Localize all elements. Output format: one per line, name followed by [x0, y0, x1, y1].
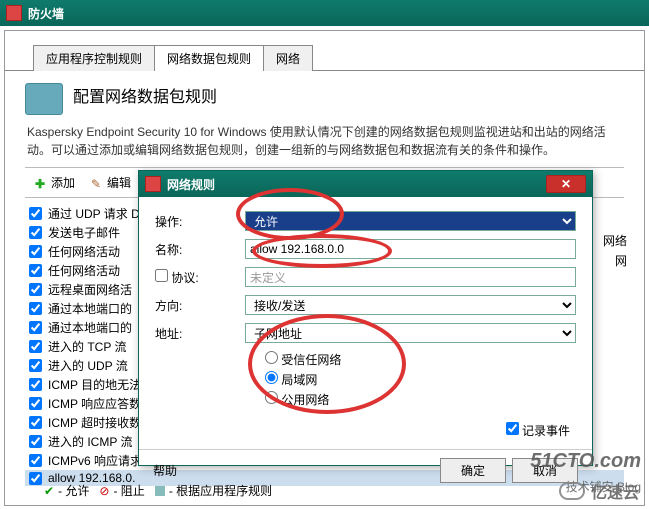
- radio-trusted[interactable]: 受信任网络: [265, 351, 576, 368]
- rule-checkbox[interactable]: [29, 226, 42, 239]
- main-titlebar: 防火墙: [0, 0, 649, 26]
- rule-checkbox[interactable]: [29, 416, 42, 429]
- rule-checkbox[interactable]: [29, 302, 42, 315]
- address-label: 地址:: [155, 325, 245, 342]
- rule-checkbox[interactable]: [29, 207, 42, 220]
- rule-checkbox[interactable]: [29, 454, 42, 467]
- page-icon: [25, 83, 63, 115]
- main-window: 防火墙 应用程序控制规则 网络数据包规则 网络 配置网络数据包规则 Kasper…: [0, 0, 649, 509]
- rule-checkbox[interactable]: [29, 321, 42, 334]
- cloud-icon: [559, 482, 585, 500]
- dialog-app-icon: [145, 176, 161, 192]
- protocol-checkbox-label[interactable]: 协议:: [155, 271, 199, 285]
- rule-label: ICMP 目的地无法: [48, 376, 141, 393]
- app-icon: [6, 5, 22, 21]
- watermark-1: 51CTO.com: [530, 450, 641, 473]
- rule-label: 进入的 UDP 流: [48, 357, 128, 374]
- rule-label: 进入的 ICMP 流: [48, 433, 132, 450]
- log-checkbox-label[interactable]: 记录事件: [506, 424, 570, 438]
- rule-label: 远程桌面网络活: [48, 281, 132, 298]
- tab-strip: 应用程序控制规则 网络数据包规则 网络: [5, 31, 644, 71]
- rule-checkbox[interactable]: [29, 435, 42, 448]
- dialog-title: 网络规则: [167, 176, 215, 193]
- address-select[interactable]: 子网地址: [245, 323, 576, 343]
- rule-checkbox[interactable]: [29, 264, 42, 277]
- direction-select[interactable]: 接收/发送: [245, 295, 576, 315]
- radio-public[interactable]: 公用网络: [265, 391, 576, 408]
- page-title: 配置网络数据包规则: [73, 83, 217, 107]
- protocol-field: [245, 267, 576, 287]
- rule-label: ICMPv6 响应请求: [48, 452, 142, 469]
- network-rule-dialog: 网络规则 ✕ 操作: 允许 名称: 协议: 方向: 接收/发送 地址: 子网: [138, 170, 593, 466]
- rule-label: 进入的 TCP 流: [48, 338, 126, 355]
- rule-label: 任何网络活动: [48, 262, 120, 279]
- block-icon: ⊘: [99, 484, 109, 498]
- plus-icon: ✚: [35, 177, 47, 189]
- add-button[interactable]: ✚添加: [35, 174, 75, 191]
- dialog-close-button[interactable]: ✕: [546, 175, 586, 193]
- protocol-checkbox[interactable]: [155, 269, 168, 282]
- rule-checkbox[interactable]: [29, 340, 42, 353]
- rule-checkbox[interactable]: [29, 245, 42, 258]
- page-description: Kaspersky Endpoint Security 10 for Windo…: [27, 123, 624, 159]
- tab-network[interactable]: 网络: [263, 45, 313, 71]
- name-input[interactable]: [245, 239, 576, 259]
- name-label: 名称:: [155, 241, 245, 258]
- log-checkbox[interactable]: [506, 422, 519, 435]
- radio-lan[interactable]: 局域网: [265, 371, 576, 388]
- rule-label: 任何网络活动: [48, 243, 120, 260]
- rule-checkbox[interactable]: [29, 397, 42, 410]
- rule-checkbox[interactable]: [29, 472, 42, 485]
- rule-checkbox[interactable]: [29, 378, 42, 391]
- watermark-3: 亿速云: [559, 479, 639, 503]
- tab-app-control[interactable]: 应用程序控制规则: [33, 45, 155, 71]
- rule-label: 发送电子邮件: [48, 224, 120, 241]
- side-label-2: 网: [615, 252, 627, 269]
- action-select[interactable]: 允许: [245, 211, 576, 231]
- rule-label: 通过本地端口的: [48, 300, 132, 317]
- rule-label: 通过 UDP 请求 D: [48, 205, 140, 222]
- direction-label: 方向:: [155, 297, 245, 314]
- rule-checkbox[interactable]: [29, 283, 42, 296]
- rule-checkbox[interactable]: [29, 359, 42, 372]
- ok-button[interactable]: 确定: [440, 458, 506, 483]
- rule-label: 通过本地端口的: [48, 319, 132, 336]
- help-link[interactable]: 帮助: [153, 462, 177, 479]
- pencil-icon: ✎: [91, 177, 103, 189]
- window-title: 防火墙: [28, 5, 64, 22]
- tab-packet-rules[interactable]: 网络数据包规则: [154, 45, 264, 71]
- network-type-group: 受信任网络 局域网 公用网络: [265, 351, 576, 408]
- check-icon: ✔: [44, 484, 54, 498]
- side-label-1: 网络: [603, 232, 627, 249]
- action-label: 操作:: [155, 213, 245, 230]
- dialog-titlebar: 网络规则 ✕: [139, 171, 592, 197]
- edit-button[interactable]: ✎编辑: [91, 174, 131, 191]
- rule-label: ICMP 超时接收数: [48, 414, 141, 431]
- rule-label: ICMP 响应应答数: [48, 395, 141, 412]
